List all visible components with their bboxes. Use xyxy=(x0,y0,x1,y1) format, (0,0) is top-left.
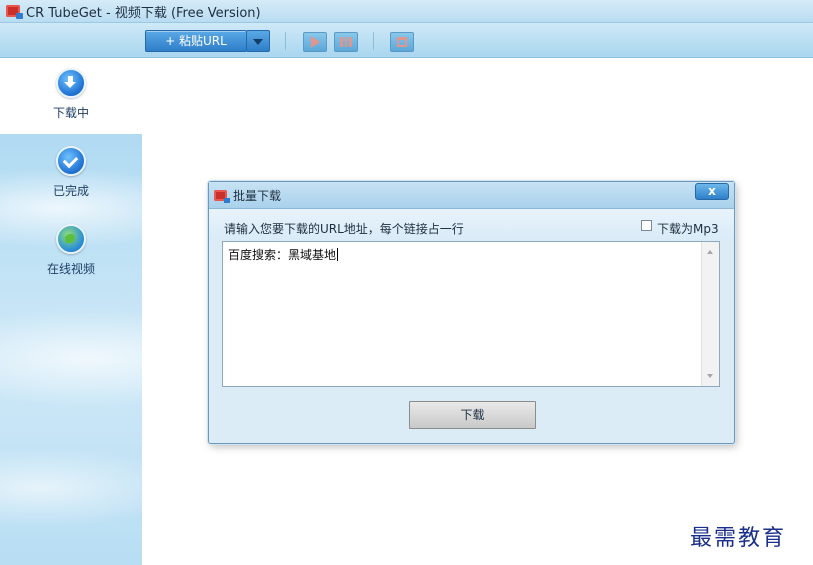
toolbar-separator xyxy=(285,32,286,50)
dialog-title: 批量下载 xyxy=(233,189,282,203)
check-icon xyxy=(56,146,86,176)
delete-icon xyxy=(397,37,407,47)
sidebar-item-downloading[interactable]: 下载中 xyxy=(0,58,142,134)
sidebar: 下载中 已完成 在线视频 xyxy=(0,58,142,565)
sidebar-item-label: 已完成 xyxy=(52,184,89,198)
toolbar: + 粘贴URL xyxy=(0,23,813,58)
textarea-scrollbar[interactable] xyxy=(701,242,719,386)
url-prompt-label: 请输入您要下载的URL地址，每个链接占一行 xyxy=(224,222,464,236)
batch-download-dialog: 批量下载 x 请输入您要下载的URL地址，每个链接占一行 下载为Mp3 百度搜索… xyxy=(208,181,735,444)
window-title: CR TubeGet - 视频下载 (Free Version) xyxy=(26,5,261,21)
url-textarea-content: 百度搜索：黑域基地 xyxy=(228,246,339,263)
mp3-checkbox[interactable] xyxy=(641,220,652,231)
paste-dropdown-button[interactable] xyxy=(246,30,270,52)
delete-button[interactable] xyxy=(390,32,414,52)
title-bar: CR TubeGet - 视频下载 (Free Version) xyxy=(0,0,813,23)
url-text: 百度搜索：黑域基地 xyxy=(228,248,337,262)
play-icon xyxy=(311,36,320,48)
mp3-checkbox-label[interactable]: 下载为Mp3 xyxy=(657,220,719,237)
scroll-down-icon[interactable] xyxy=(707,374,713,378)
app-logo-icon xyxy=(6,5,23,19)
start-button[interactable] xyxy=(303,32,327,52)
download-button[interactable]: 下载 xyxy=(409,401,536,429)
pause-icon xyxy=(340,37,352,47)
toolbar-separator xyxy=(373,32,374,50)
close-icon: x xyxy=(708,184,716,198)
sidebar-item-label: 下载中 xyxy=(52,106,89,120)
sidebar-item-completed[interactable]: 已完成 xyxy=(0,136,142,212)
dialog-title-bar[interactable]: 批量下载 x xyxy=(209,182,734,209)
paste-url-button[interactable]: + 粘贴URL xyxy=(145,30,247,52)
url-textarea[interactable]: 百度搜索：黑域基地 xyxy=(222,241,720,387)
pause-button[interactable] xyxy=(334,32,358,52)
sidebar-item-label: 在线视频 xyxy=(46,262,95,276)
scroll-up-icon[interactable] xyxy=(707,250,713,254)
app-logo-icon xyxy=(214,190,230,203)
watermark-text: 最需教育 xyxy=(690,526,787,551)
sidebar-item-online-video[interactable]: 在线视频 xyxy=(0,214,142,290)
download-icon xyxy=(56,68,86,98)
text-caret xyxy=(337,248,339,261)
globe-icon xyxy=(56,224,86,254)
close-button[interactable]: x xyxy=(695,183,729,200)
